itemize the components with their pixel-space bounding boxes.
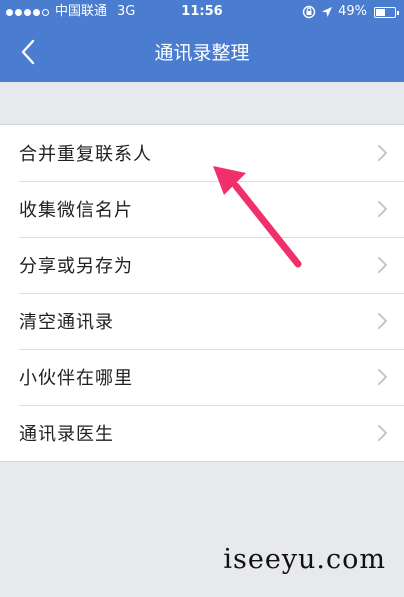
status-right: 49% [302, 0, 399, 24]
chevron-right-icon [378, 257, 387, 273]
menu-item-label: 收集微信名片 [19, 200, 133, 221]
menu-item-label: 合并重复联系人 [19, 144, 152, 165]
menu-item-collect-wechat-cards[interactable]: 收集微信名片 [0, 181, 404, 237]
chevron-right-icon [378, 369, 387, 385]
orientation-lock-icon [302, 5, 316, 19]
menu-item-label: 清空通讯录 [19, 312, 114, 333]
location-arrow-icon [322, 7, 333, 17]
menu-item-label: 分享或另存为 [19, 256, 133, 277]
battery-percent: 49% [338, 4, 367, 19]
chevron-right-icon [378, 313, 387, 329]
status-bar: 中国联通 3G 11:56 49% [0, 0, 404, 24]
menu-item-clear-contacts[interactable]: 清空通讯录 [0, 293, 404, 349]
chevron-right-icon [378, 425, 387, 441]
menu-item-find-friends[interactable]: 小伙伴在哪里 [0, 349, 404, 405]
battery-icon [374, 6, 399, 18]
menu-list: 合并重复联系人 收集微信名片 分享或另存为 清空通讯录 小伙伴在哪里 通讯录医生 [0, 124, 404, 462]
menu-item-merge-duplicates[interactable]: 合并重复联系人 [0, 125, 404, 181]
navigation-bar: 通讯录整理 [0, 24, 404, 82]
menu-item-share-or-save[interactable]: 分享或另存为 [0, 237, 404, 293]
menu-item-label: 小伙伴在哪里 [19, 368, 133, 389]
menu-item-contacts-doctor[interactable]: 通讯录医生 [0, 405, 404, 461]
page-title: 通讯录整理 [154, 42, 250, 64]
menu-item-label: 通讯录医生 [19, 424, 114, 445]
battery-fill [376, 8, 385, 16]
chevron-right-icon [378, 201, 387, 217]
chevron-right-icon [378, 145, 387, 161]
watermark-text: iseeyu.com [223, 544, 386, 575]
